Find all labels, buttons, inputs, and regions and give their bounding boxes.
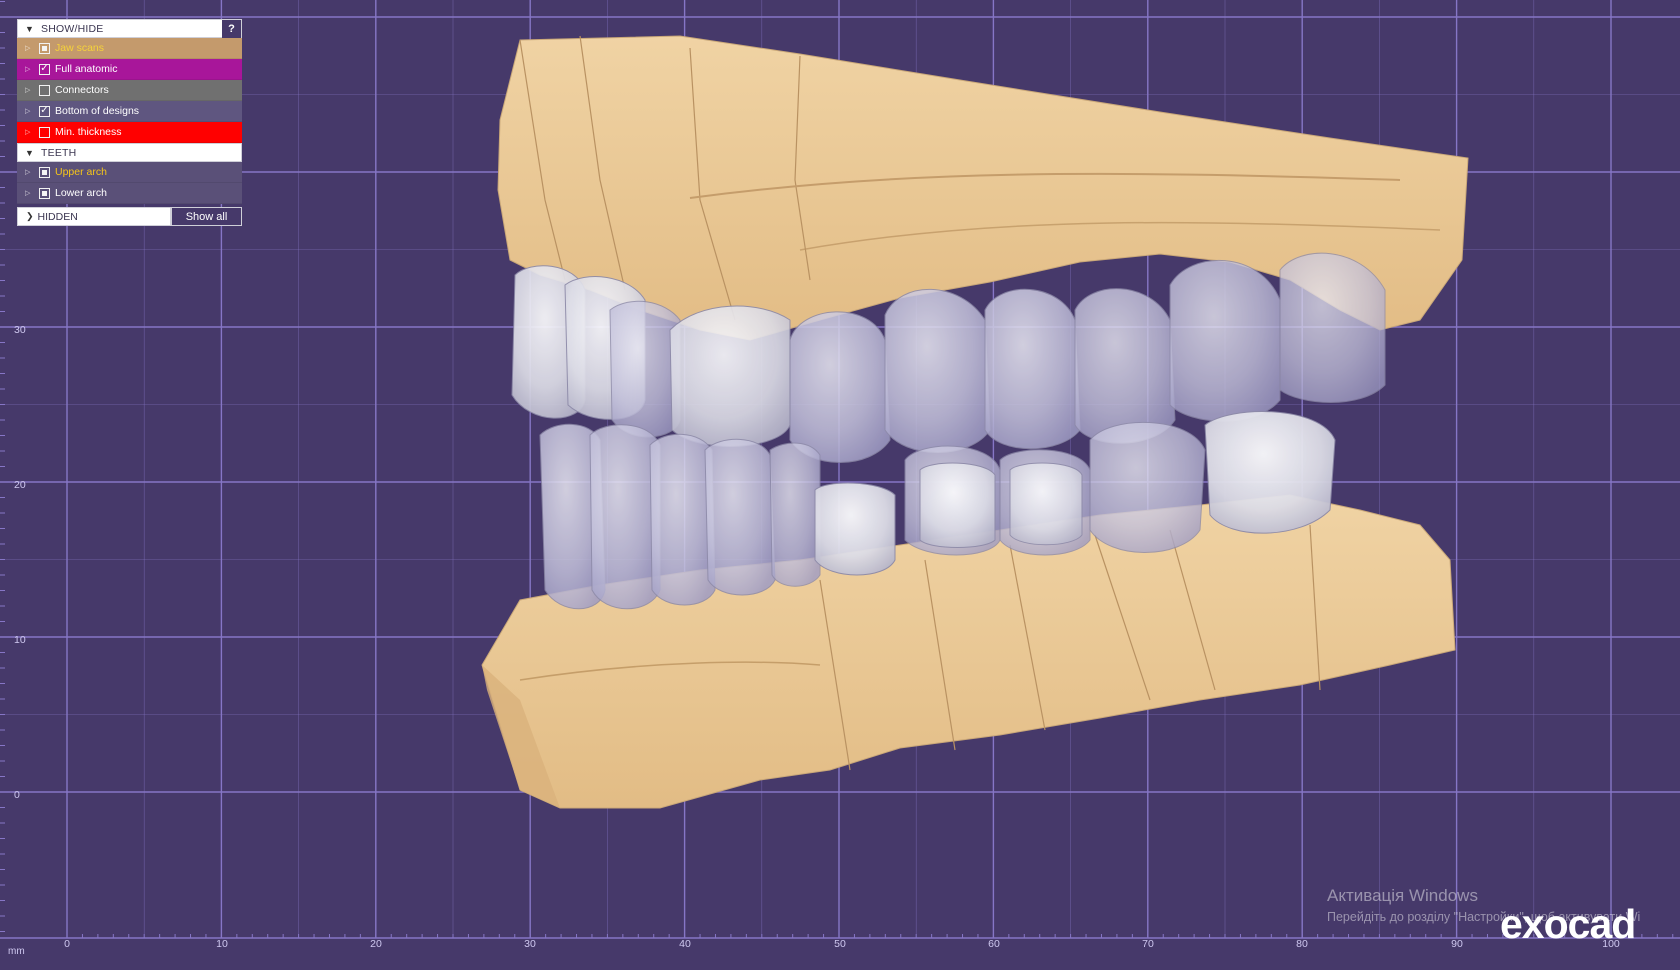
layer-label: Connectors xyxy=(55,84,109,96)
expand-arrow-icon[interactable]: ▷ xyxy=(25,168,33,176)
x-tick-label: 90 xyxy=(1451,938,1463,950)
teeth-title: TEETH xyxy=(41,146,77,159)
visibility-checkbox[interactable] xyxy=(39,166,50,178)
hidden-section: ❯ HIDDEN Show all xyxy=(17,207,242,226)
x-tick-label: 60 xyxy=(988,938,1000,950)
y-tick-label: 20 xyxy=(14,479,26,491)
layer-row[interactable]: ▷ ✓ Full anatomic xyxy=(17,59,242,80)
expand-arrow-icon[interactable]: ▷ xyxy=(25,86,33,94)
x-axis-labels: 0 10 20 30 40 50 60 70 80 90 100 mm xyxy=(8,938,1620,957)
show-hide-list: ▷ Jaw scans ▷ ✓ Full anatomic ▷ Connectors ▷ ✓ Bo… xyxy=(17,38,242,143)
layer-label: Jaw scans xyxy=(55,42,105,54)
chevron-right-icon: ❯ xyxy=(26,211,34,221)
layer-label: Full anatomic xyxy=(55,63,118,75)
layer-row[interactable]: ▷ Min. thickness xyxy=(17,122,242,143)
hidden-title: HIDDEN xyxy=(37,210,78,223)
teeth-header[interactable]: ▼ TEETH xyxy=(17,143,242,162)
x-tick-label: 30 xyxy=(524,938,536,950)
help-button[interactable]: ? xyxy=(222,20,241,38)
show-hide-panel: ▼ SHOW/HIDE ? ▷ Jaw scans ▷ ✓ Full anatomic ▷… xyxy=(17,19,242,226)
x-tick-label: 80 xyxy=(1296,938,1308,950)
visibility-checkbox[interactable] xyxy=(39,42,50,54)
x-tick-label: 20 xyxy=(370,938,382,950)
3d-scene[interactable]: 0 10 20 30 40 50 60 70 80 90 100 mm 0 10… xyxy=(0,0,1680,970)
exocad-logo: exocad xyxy=(1500,901,1636,947)
expand-arrow-icon[interactable]: ▷ xyxy=(25,128,33,136)
x-tick-label: 0 xyxy=(64,938,70,950)
layer-label: Bottom of designs xyxy=(55,105,140,117)
y-tick-label: 10 xyxy=(14,634,26,646)
layer-row[interactable]: ▷ Jaw scans xyxy=(17,38,242,59)
show-all-button[interactable]: Show all xyxy=(171,207,242,226)
x-tick-label: 50 xyxy=(834,938,846,950)
visibility-checkbox[interactable] xyxy=(39,187,50,199)
expand-arrow-icon[interactable]: ▷ xyxy=(25,65,33,73)
show-hide-title: SHOW/HIDE xyxy=(41,22,104,35)
visibility-checkbox[interactable] xyxy=(39,84,50,96)
layer-label: Min. thickness xyxy=(55,126,122,138)
expand-arrow-icon[interactable]: ▷ xyxy=(25,44,33,52)
cad-viewport[interactable]: 0 10 20 30 40 50 60 70 80 90 100 mm 0 10… xyxy=(0,0,1680,970)
y-tick-label: 0 xyxy=(14,789,20,801)
expand-arrow-icon[interactable]: ▷ xyxy=(25,189,33,197)
teeth-list: ▷ Upper arch ▷ Lower arch xyxy=(17,162,242,204)
y-tick-label: 30 xyxy=(14,324,26,336)
layer-row[interactable]: ▷ Upper arch xyxy=(17,162,242,183)
chevron-down-icon: ▼ xyxy=(25,23,34,34)
hidden-header[interactable]: ❯ HIDDEN xyxy=(17,207,171,226)
show-hide-header[interactable]: ▼ SHOW/HIDE ? xyxy=(17,19,242,38)
visibility-checkbox[interactable] xyxy=(39,126,50,138)
chevron-down-icon: ▼ xyxy=(25,147,34,158)
layer-row[interactable]: ▷ ✓ Bottom of designs xyxy=(17,101,242,122)
layer-row[interactable]: ▷ Connectors xyxy=(17,80,242,101)
x-tick-label: 40 xyxy=(679,938,691,950)
y-axis-labels: 0 10 20 30 xyxy=(14,324,26,801)
layer-row[interactable]: ▷ Lower arch xyxy=(17,183,242,204)
visibility-checkbox[interactable]: ✓ xyxy=(39,63,50,75)
layer-label: Lower arch xyxy=(55,187,107,199)
x-tick-label: 10 xyxy=(216,938,228,950)
layer-label: Upper arch xyxy=(55,166,107,178)
x-tick-label: 70 xyxy=(1142,938,1154,950)
visibility-checkbox[interactable]: ✓ xyxy=(39,105,50,117)
axis-unit-label: mm xyxy=(8,946,25,957)
expand-arrow-icon[interactable]: ▷ xyxy=(25,107,33,115)
